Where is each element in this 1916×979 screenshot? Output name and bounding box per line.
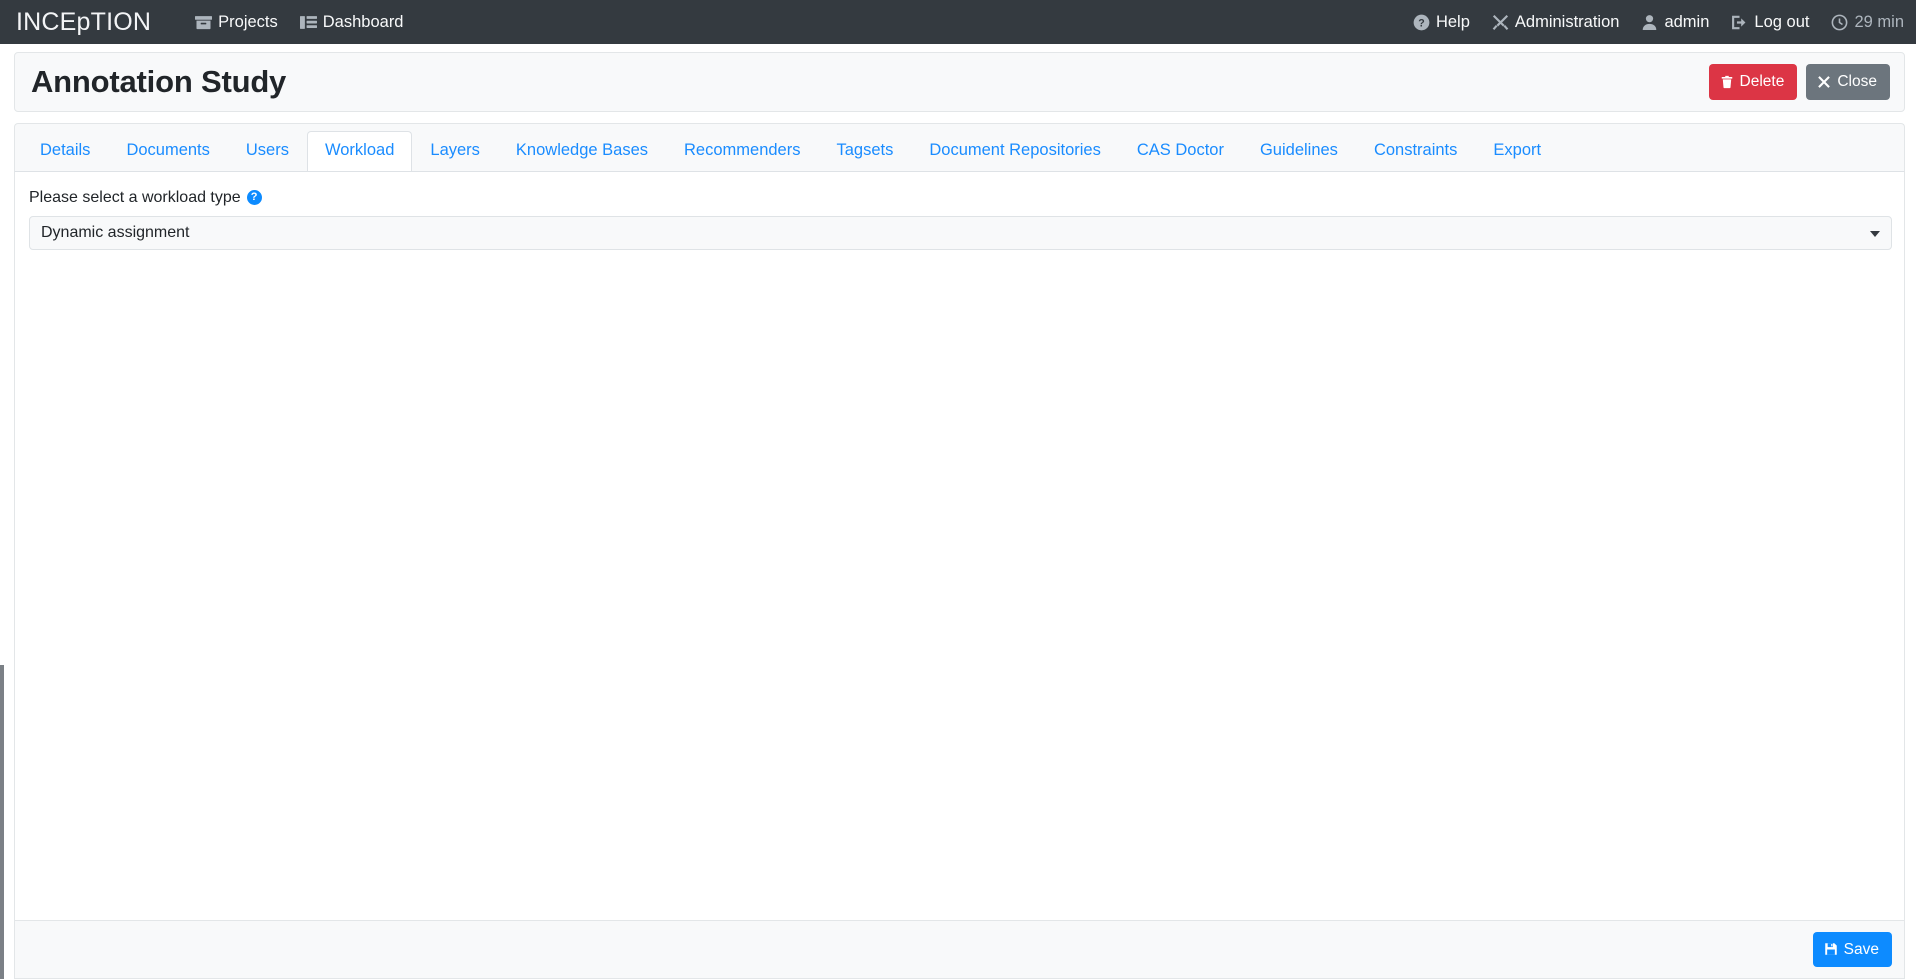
navbar-right-group: ? Help Administration admin Log out [1413, 14, 1908, 31]
nav-session-timer[interactable]: 29 min [1831, 14, 1904, 31]
nav-logout[interactable]: Log out [1731, 14, 1809, 31]
nav-dashboard-label: Dashboard [323, 14, 404, 31]
svg-text:?: ? [1418, 17, 1424, 29]
nav-logout-label: Log out [1754, 14, 1809, 31]
page-header-card: Annotation Study Delete Close [14, 52, 1905, 112]
page-container: Annotation Study Delete Close Details Do… [0, 44, 1916, 979]
trash-icon [1720, 75, 1734, 89]
app-logo[interactable]: INCEpTION [10, 10, 151, 35]
close-button-label: Close [1837, 74, 1877, 90]
tab-document-repositories[interactable]: Document Repositories [911, 131, 1119, 172]
panel-footer: Save [15, 920, 1904, 979]
tab-details[interactable]: Details [22, 131, 108, 172]
page-scrollbar-thumb[interactable] [0, 665, 4, 979]
tab-knowledge-bases[interactable]: Knowledge Bases [498, 131, 666, 172]
clock-icon [1831, 14, 1848, 31]
workload-type-select[interactable]: Dynamic assignment [29, 216, 1892, 250]
user-icon [1641, 14, 1658, 31]
nav-projects[interactable]: Projects [195, 14, 278, 31]
nav-user-label: admin [1664, 14, 1709, 31]
save-button[interactable]: Save [1813, 932, 1892, 968]
page-title: Annotation Study [31, 64, 286, 100]
workload-type-label: Please select a workload type [29, 188, 241, 207]
workload-type-select-wrap: Dynamic assignment [29, 216, 1892, 250]
save-icon [1824, 942, 1838, 956]
tab-constraints[interactable]: Constraints [1356, 131, 1475, 172]
nav-administration-label: Administration [1515, 14, 1620, 31]
nav-help-label: Help [1436, 14, 1470, 31]
nav-administration[interactable]: Administration [1492, 14, 1620, 31]
delete-button-label: Delete [1740, 74, 1785, 90]
tab-guidelines[interactable]: Guidelines [1242, 131, 1356, 172]
tab-recommenders[interactable]: Recommenders [666, 131, 818, 172]
tools-icon [1492, 14, 1509, 31]
tab-workload[interactable]: Workload [307, 131, 412, 172]
sign-out-icon [1731, 14, 1748, 31]
save-button-label: Save [1844, 942, 1879, 958]
navbar-left-group: INCEpTION Projects Dashboard [10, 10, 404, 35]
nav-user[interactable]: admin [1641, 14, 1709, 31]
nav-projects-label: Projects [218, 14, 278, 31]
tab-users[interactable]: Users [228, 131, 307, 172]
nav-session-timer-label: 29 min [1854, 14, 1904, 31]
tab-export[interactable]: Export [1475, 131, 1559, 172]
close-button[interactable]: Close [1806, 64, 1890, 100]
workload-form: Please select a workload type ? Dynamic … [15, 172, 1904, 920]
delete-button[interactable]: Delete [1709, 64, 1798, 100]
tab-layers[interactable]: Layers [412, 131, 498, 172]
tab-documents[interactable]: Documents [108, 131, 227, 172]
tab-cas-doctor[interactable]: CAS Doctor [1119, 131, 1242, 172]
close-icon [1817, 75, 1831, 89]
top-navbar: INCEpTION Projects Dashboard ? Help Admi [0, 0, 1916, 44]
project-settings-tabs: Details Documents Users Workload Layers … [14, 123, 1905, 172]
archive-icon [195, 14, 212, 31]
question-circle-icon[interactable]: ? [247, 190, 262, 205]
tab-tagsets[interactable]: Tagsets [818, 131, 911, 172]
workload-panel: Please select a workload type ? Dynamic … [14, 172, 1905, 979]
workload-type-label-row: Please select a workload type ? [29, 188, 1892, 207]
nav-help[interactable]: ? Help [1413, 14, 1470, 31]
nav-dashboard[interactable]: Dashboard [300, 14, 404, 31]
page-header-actions: Delete Close [1709, 64, 1890, 100]
dashboard-icon [300, 14, 317, 31]
question-circle-icon: ? [1413, 14, 1430, 31]
